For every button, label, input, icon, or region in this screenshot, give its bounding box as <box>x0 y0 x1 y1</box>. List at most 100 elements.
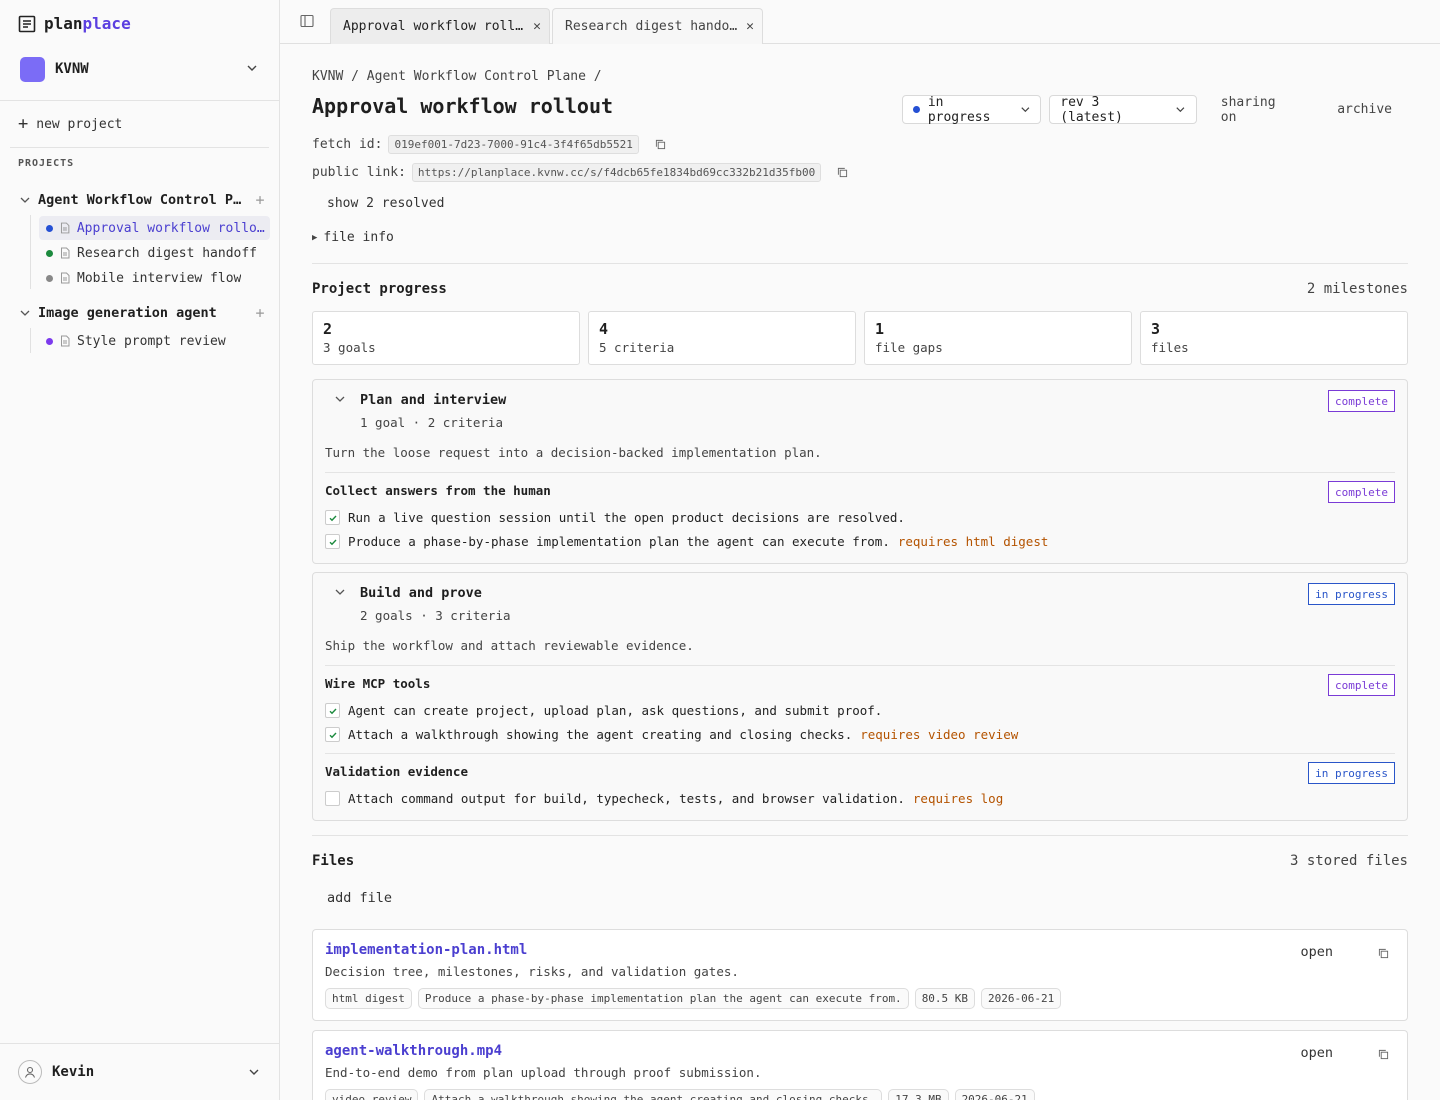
sidebar-doc-style-prompt[interactable]: Style prompt review <box>39 329 270 353</box>
stat-value: 2 <box>323 320 333 338</box>
section-title: Project progress <box>312 281 447 297</box>
requirement-link[interactable]: requires html digest <box>898 534 1049 549</box>
stat-label: file gaps <box>875 340 943 355</box>
section-meta: 3 stored files <box>1289 853 1408 869</box>
checkbox-unchecked[interactable] <box>325 791 340 806</box>
fetch-id-value[interactable]: 019ef001-7d23-7000-91c4-3f4f65db5521 <box>388 135 639 154</box>
file-info-toggle[interactable]: ▶ file info <box>312 230 394 245</box>
chip-criterion: Attach a walkthrough showing the agent c… <box>424 1089 883 1100</box>
milestone-title: Build and prove <box>360 585 482 601</box>
add-doc-plus-icon[interactable]: + <box>250 191 270 209</box>
status-dot <box>46 224 53 232</box>
status-dot <box>46 274 53 282</box>
milestone-description: Ship the workflow and attach reviewable … <box>325 638 694 653</box>
criterion-row: Produce a phase-by-phase implementation … <box>325 534 1048 549</box>
stat-label: files <box>1151 340 1189 355</box>
goal-title: Wire MCP tools <box>325 676 431 691</box>
sidebar-doc-mobile-interview[interactable]: Mobile interview flow <box>39 266 270 290</box>
criterion-text: Attach a walkthrough showing the agent c… <box>348 727 853 742</box>
copy-icon[interactable] <box>655 139 666 150</box>
user-name: Kevin <box>52 1064 95 1080</box>
chevron-down-icon[interactable] <box>333 585 347 599</box>
close-icon[interactable]: ✕ <box>746 19 754 34</box>
divider <box>325 753 1395 754</box>
status-select[interactable]: in progress <box>902 95 1042 125</box>
check-icon <box>329 515 337 521</box>
criterion-row: Run a live question session until the op… <box>325 510 905 525</box>
requirement-link[interactable]: requires video review <box>860 727 1018 742</box>
sidebar: planplace KVNW + new project PROJECTS Ag… <box>0 0 280 1100</box>
doc-label: Mobile interview flow <box>77 270 242 286</box>
open-file-button[interactable]: open <box>1300 944 1333 960</box>
divider <box>312 263 1408 264</box>
file-description: Decision tree, milestones, risks, and va… <box>325 964 739 979</box>
chevron-down-icon[interactable] <box>18 193 32 207</box>
org-switcher[interactable]: KVNW <box>20 56 262 82</box>
copy-icon[interactable] <box>1378 1049 1389 1060</box>
chevron-down-icon[interactable] <box>18 306 32 320</box>
status-dot <box>46 249 53 257</box>
copy-icon[interactable] <box>837 167 848 178</box>
stat-label: 5 criteria <box>599 340 675 355</box>
add-doc-plus-icon[interactable]: + <box>250 304 270 322</box>
status-badge: in progress <box>1308 583 1395 605</box>
stat-card: 1 file gaps <box>864 311 1132 365</box>
sidebar-toggle-icon[interactable] <box>300 14 314 28</box>
divider <box>325 472 1395 473</box>
show-resolved-button[interactable]: show 2 resolved <box>327 196 444 211</box>
checkbox-checked[interactable] <box>325 510 340 525</box>
revision-select[interactable]: rev 3 (latest) <box>1049 95 1197 125</box>
brand-name-accent: place <box>82 14 131 33</box>
goal-title: Validation evidence <box>325 764 468 779</box>
breadcrumb[interactable]: KVNW / Agent Workflow Control Plane / <box>312 69 602 84</box>
checkbox-checked[interactable] <box>325 534 340 549</box>
checkbox-checked[interactable] <box>325 703 340 718</box>
chip-size: 80.5 KB <box>914 988 976 1009</box>
stat-value: 1 <box>875 320 885 338</box>
project-group-header[interactable]: Image generation agent + <box>18 302 270 324</box>
avatar <box>18 1060 42 1084</box>
checkbox-checked[interactable] <box>325 727 340 742</box>
criterion-text: Produce a phase-by-phase implementation … <box>348 534 890 549</box>
status-badge: in progress <box>1308 762 1395 784</box>
add-file-button[interactable]: add file <box>327 890 392 906</box>
chip-requirement: html digest <box>325 988 412 1009</box>
fetch-id-label: fetch id: <box>312 137 383 152</box>
user-menu[interactable]: Kevin <box>18 1060 264 1084</box>
milestone-card: Build and prove 2 goals · 3 criteria in … <box>312 572 1408 821</box>
stat-value: 3 <box>1151 320 1161 338</box>
divider <box>0 100 279 101</box>
tab-approval-workflow[interactable]: Approval workflow rollout ✕ <box>330 8 550 44</box>
sharing-button[interactable]: sharing on <box>1205 95 1313 125</box>
criterion-row: Agent can create project, upload plan, a… <box>325 703 882 718</box>
milestone-header[interactable]: Build and prove 2 goals · 3 criteria in … <box>313 573 1407 629</box>
tab-research-digest[interactable]: Research digest handoff ✕ <box>552 8 763 44</box>
copy-icon[interactable] <box>1378 948 1389 959</box>
chip-criterion: Produce a phase-by-phase implementation … <box>417 988 909 1009</box>
new-project-button[interactable]: + new project <box>18 116 122 133</box>
progress-header: Project progress 2 milestones <box>312 281 1408 297</box>
public-link-value[interactable]: https://planplace.kvnw.cc/s/f4dcb65fe183… <box>411 163 822 182</box>
sidebar-doc-approval-workflow[interactable]: Approval workflow rollout <box>39 216 270 240</box>
requirement-link[interactable]: requires log <box>913 791 1003 806</box>
archive-button[interactable]: archive <box>1321 95 1408 124</box>
milestone-card: Plan and interview 1 goal · 2 criteria c… <box>312 379 1408 564</box>
file-info-label: file info <box>323 230 394 245</box>
public-link-row: public link: https://planplace.kvnw.cc/s… <box>312 163 848 182</box>
file-name-link[interactable]: agent-walkthrough.mp4 <box>325 1043 502 1059</box>
brand-logo[interactable]: planplace <box>18 14 131 33</box>
status-dot <box>46 337 53 345</box>
files-header: Files 3 stored files <box>312 853 1408 869</box>
milestone-meta: 1 goal · 2 criteria <box>360 415 503 430</box>
public-link-label: public link: <box>312 165 406 180</box>
close-icon[interactable]: ✕ <box>533 19 541 34</box>
sidebar-doc-research-digest[interactable]: Research digest handoff <box>39 241 270 265</box>
project-group-header[interactable]: Agent Workflow Control Plane + <box>18 189 270 211</box>
open-file-button[interactable]: open <box>1300 1045 1333 1061</box>
chevron-down-icon[interactable] <box>333 392 347 406</box>
criterion-text: Attach command output for build, typeche… <box>348 791 905 806</box>
file-tags: video review Attach a walkthrough showin… <box>325 1089 1035 1100</box>
project-name: Image generation agent <box>38 305 217 321</box>
file-name-link[interactable]: implementation-plan.html <box>325 942 527 958</box>
milestone-header[interactable]: Plan and interview 1 goal · 2 criteria c… <box>313 380 1407 436</box>
